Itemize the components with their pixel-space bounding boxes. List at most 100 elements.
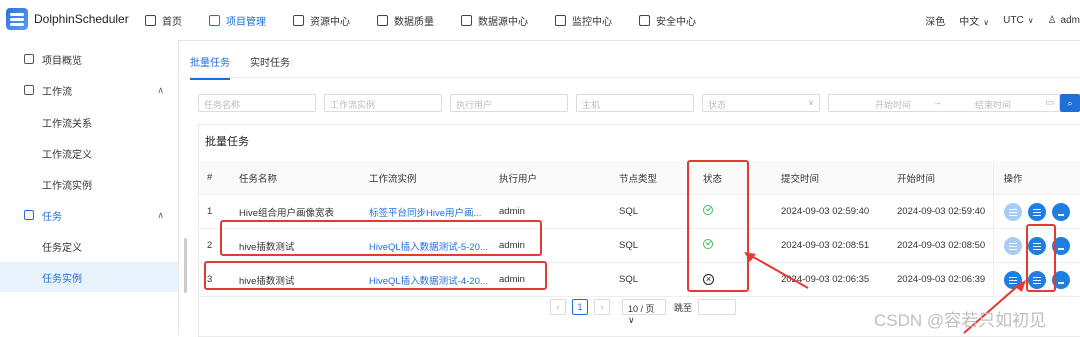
chevron-up-icon: ∧ (157, 84, 164, 95)
language-label: 中文 (959, 16, 980, 28)
highlight-log-buttons (1026, 224, 1056, 292)
sidebar-item-label: 工作流实例 (42, 180, 92, 192)
state-placeholder: 状态 (708, 100, 727, 110)
nav-label: 数据质量 (394, 16, 434, 28)
nav-label: 首页 (162, 16, 182, 28)
database-icon (461, 14, 472, 26)
nav-label: 资源中心 (310, 16, 350, 28)
sidebar-item-label: 工作流关系 (42, 118, 92, 130)
sidebar-item-label: 任务实例 (42, 273, 82, 285)
nav-label: 项目管理 (226, 16, 266, 28)
next-page-button[interactable]: › (594, 299, 610, 315)
task-name-input[interactable]: 任务名称 (198, 94, 316, 112)
sidebar-item-label: 工作流定义 (42, 149, 92, 161)
sidebar-item-workflow-relation[interactable]: 工作流关系 (0, 107, 178, 137)
state-select[interactable]: 状态 ∨ (702, 94, 820, 112)
sidebar-item-overview[interactable]: 项目概览 (0, 44, 178, 74)
document-icon (377, 14, 388, 26)
node-type: SQL (619, 228, 681, 263)
annotation-arrow-left (744, 252, 809, 289)
col-header: 节点类型 (619, 161, 681, 195)
nav-resource[interactable]: 资源中心 (293, 0, 350, 40)
user-icon: ♙ (1047, 14, 1057, 26)
node-type: SQL (619, 194, 681, 229)
search-icon: ⌕ (1067, 98, 1073, 108)
sidebar-item-label: 项目概览 (42, 55, 82, 67)
project-icon (209, 14, 220, 26)
home-icon (145, 14, 156, 26)
sidebar-scrollbar[interactable] (184, 238, 187, 293)
sidebar-item-task[interactable]: 任务 ∧ (0, 200, 178, 230)
col-header: 开始时间 (889, 161, 993, 195)
nav-project[interactable]: 项目管理 (209, 0, 266, 40)
end-time-placeholder: 结束时间 (975, 100, 1012, 110)
overview-icon (24, 54, 34, 64)
nav-label: 安全中心 (656, 16, 696, 28)
force-success-button[interactable] (1003, 236, 1022, 255)
language-select[interactable]: 中文 ∨ (959, 13, 989, 28)
header-controls: 深色 中文 ∨ UTC ∨ ♙ adm (911, 0, 1080, 40)
sidebar-item-label: 任务 (42, 211, 62, 223)
calendar-icon: ▭ (1045, 97, 1054, 107)
gear-icon (24, 210, 34, 220)
chevron-down-icon: ∨ (983, 17, 990, 27)
user-name: adm (1060, 14, 1080, 26)
app-title: DolphinScheduler (34, 12, 129, 26)
workflow-instance-input[interactable]: 工作流实例 (324, 94, 442, 112)
folder-icon (293, 14, 304, 26)
page-number[interactable]: 1 (572, 299, 588, 315)
sidebar-item-workflow-definition[interactable]: 工作流定义 (0, 138, 178, 168)
nav-home[interactable]: 首页 (145, 0, 182, 40)
main-nav: 首页 项目管理 资源中心 数据质量 数据源中心 监控中心 安全中心 (145, 0, 723, 40)
dolphin-logo-icon (6, 8, 28, 30)
theme-toggle[interactable]: 深色 (925, 13, 945, 28)
chevron-down-icon: ∨ (628, 315, 635, 325)
executor-input[interactable]: 执行用户 (450, 94, 568, 112)
page-size-select[interactable]: 10 / 页 ∨ (622, 299, 666, 325)
nav-datasource[interactable]: 数据源中心 (461, 0, 528, 40)
start-time-placeholder: 开始时间 (875, 100, 912, 110)
page-size-label: 10 / 页 (628, 304, 655, 314)
timezone-select[interactable]: UTC ∨ (1003, 15, 1033, 26)
start-time: 2024-09-03 02:08:50 (889, 228, 993, 263)
arrow-right-icon: → (933, 97, 942, 107)
app-logo[interactable]: DolphinScheduler (6, 8, 129, 30)
sidebar-item-workflow-instance[interactable]: 工作流实例 (0, 169, 178, 199)
start-time: 2024-09-03 02:59:40 (889, 194, 993, 229)
search-button[interactable]: ⌕ (1060, 94, 1080, 112)
col-header: 操作 (992, 161, 1080, 195)
prev-page-button[interactable]: ‹ (550, 299, 566, 315)
sidebar-item-task-instance[interactable]: 任务实例 (0, 262, 178, 292)
chevron-down-icon: ∨ (808, 98, 814, 107)
user-menu[interactable]: ♙ adm (1048, 15, 1080, 26)
host-input[interactable]: 主机 (576, 94, 694, 112)
sidebar: 项目概览 工作流 ∧ 工作流关系 工作流定义 工作流实例 任务 ∧ 任务定义 任务实… (0, 40, 179, 335)
highlight-row-2 (220, 220, 542, 256)
main-content: 批量任务 实时任务 任务名称 工作流实例 执行用户 主机 状态 ∨ 开始时间 → … (190, 40, 1080, 337)
sidebar-item-workflow[interactable]: 工作流 ∧ (0, 75, 178, 105)
highlight-row-3 (204, 261, 547, 290)
table-header-row: # 任务名称 工作流实例 执行用户 节点类型 状态 提交时间 开始时间 操作 (199, 161, 1080, 195)
nav-label: 监控中心 (572, 16, 612, 28)
workflow-icon (24, 85, 34, 95)
col-header: # (199, 161, 231, 195)
monitor-icon (555, 14, 566, 26)
view-log-button[interactable] (1027, 202, 1046, 221)
top-header: DolphinScheduler 首页 项目管理 资源中心 数据质量 数据源中心… (0, 0, 1080, 41)
jump-label: 跳至 (674, 302, 693, 313)
force-success-button[interactable] (1003, 202, 1022, 221)
sidebar-item-task-definition[interactable]: 任务定义 (0, 231, 178, 261)
shield-icon (639, 14, 650, 26)
watermark: CSDN @容若只如初见 (874, 311, 1047, 330)
col-header: 执行用户 (491, 161, 619, 195)
nav-security[interactable]: 安全中心 (639, 0, 696, 40)
nav-label: 数据源中心 (478, 16, 528, 28)
nav-monitor[interactable]: 监控中心 (555, 0, 612, 40)
download-log-button[interactable] (1051, 202, 1070, 221)
sidebar-item-label: 任务定义 (42, 242, 82, 254)
pagination: ‹ 1 › 10 / 页 ∨ 跳至 (550, 299, 737, 325)
jump-input[interactable] (698, 299, 737, 315)
date-range-picker[interactable]: 开始时间 → 结束时间 ▭ (828, 94, 1060, 112)
col-header: 任务名称 (231, 161, 361, 195)
nav-data-quality[interactable]: 数据质量 (377, 0, 434, 40)
